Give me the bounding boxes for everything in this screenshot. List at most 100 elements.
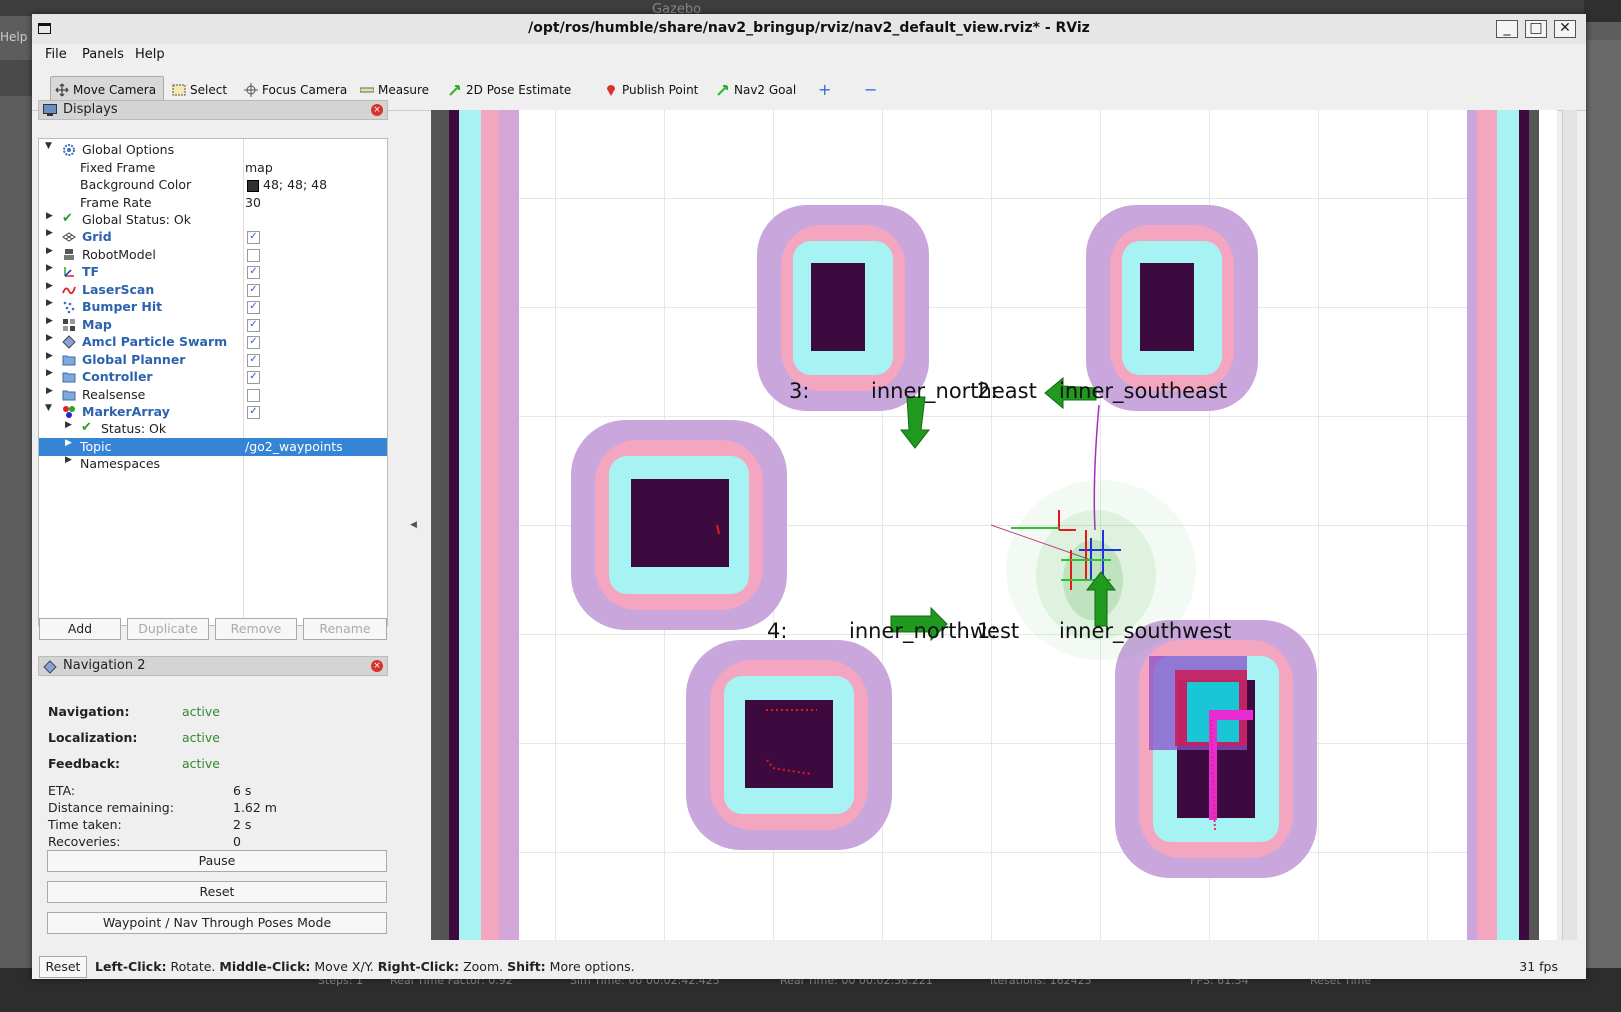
marker-id-2: 2: <box>977 379 998 403</box>
tree-item-global-planner[interactable]: ▶ Global Planner ✓ <box>39 351 387 369</box>
menu-help[interactable]: Help <box>135 47 165 62</box>
expand-arrow-icon[interactable]: ▶ <box>65 420 72 430</box>
bumper-hit-checkbox[interactable]: ✓ <box>247 301 260 314</box>
markerarray-checkbox[interactable]: ✓ <box>247 406 260 419</box>
displays-close-icon[interactable]: × <box>371 104 383 116</box>
map-checkbox[interactable]: ✓ <box>247 319 260 332</box>
tree-item-bumper-hit[interactable]: ▶ Bumper Hit ✓ <box>39 298 387 316</box>
remove-tool-button[interactable]: − <box>864 76 877 104</box>
tree-global-status[interactable]: ▶ ✔ Global Status: Ok <box>39 211 387 229</box>
fps-readout: 31 fps <box>1519 959 1558 974</box>
expand-arrow-icon[interactable]: ▶ <box>46 333 53 343</box>
gazebo-help-menu[interactable]: Help <box>0 30 27 44</box>
expand-arrow-icon[interactable]: ▶ <box>46 211 53 221</box>
tree-item-map[interactable]: ▶ Map ✓ <box>39 316 387 334</box>
goal-arrow-icon <box>717 85 728 96</box>
tree-background-color[interactable]: Background Color 48; 48; 48 <box>39 176 387 194</box>
remove-display-button[interactable]: Remove <box>215 618 297 640</box>
collapse-left-arrow-icon[interactable]: ◀ <box>410 520 417 530</box>
global-planner-checkbox[interactable]: ✓ <box>247 354 260 367</box>
menu-panels[interactable]: Panels <box>82 47 124 62</box>
tree-item-controller[interactable]: ▶ Controller ✓ <box>39 368 387 386</box>
realsense-checkbox[interactable] <box>247 389 260 402</box>
tree-item-robotmodel[interactable]: ▶ RobotModel <box>39 246 387 264</box>
tree-marker-status[interactable]: ▶ ✔ Status: Ok <box>39 420 387 438</box>
tree-item-amcl[interactable]: ▶ Amcl Particle Swarm ✓ <box>39 333 387 351</box>
focus-icon <box>244 83 258 97</box>
robotmodel-checkbox[interactable] <box>247 249 260 262</box>
add-tool-button[interactable]: + <box>818 76 831 104</box>
tree-item-markerarray[interactable]: ▼ MarkerArray ✓ <box>39 403 387 421</box>
nav-reset-button[interactable]: Reset <box>47 881 387 903</box>
waypoint-mode-button[interactable]: Waypoint / Nav Through Poses Mode <box>47 912 387 934</box>
close-button[interactable]: ✕ <box>1554 20 1576 38</box>
expand-arrow-icon[interactable]: ▶ <box>65 455 72 465</box>
tree-fixed-frame[interactable]: Fixed Frame map <box>39 159 387 177</box>
navigation-panel-header[interactable]: Navigation 2 × <box>38 656 388 676</box>
tree-item-realsense[interactable]: ▶ Realsense <box>39 386 387 404</box>
expand-arrow-icon[interactable]: ▶ <box>46 316 53 326</box>
tree-global-options[interactable]: ▼ Global Options <box>39 141 387 159</box>
amcl-checkbox[interactable]: ✓ <box>247 336 260 349</box>
expand-arrow-icon[interactable]: ▶ <box>46 246 53 256</box>
expand-arrow-icon[interactable]: ▶ <box>46 386 53 396</box>
amcl-label: Amcl Particle Swarm <box>82 334 228 349</box>
color-swatch[interactable] <box>247 180 259 192</box>
pose-estimate-tool[interactable]: 2D Pose Estimate <box>448 76 571 104</box>
maximize-button[interactable]: □ <box>1525 20 1547 38</box>
namespaces-label: Namespaces <box>80 456 161 471</box>
laserscan-checkbox[interactable]: ✓ <box>247 284 260 297</box>
title-bar[interactable]: /opt/ros/humble/share/nav2_bringup/rviz/… <box>32 14 1586 44</box>
pause-button[interactable]: Pause <box>47 850 387 872</box>
expand-arrow-icon[interactable]: ▶ <box>46 368 53 378</box>
tree-frame-rate[interactable]: Frame Rate 30 <box>39 194 387 212</box>
nav2-goal-label: Nav2 Goal <box>734 83 797 97</box>
topic-value[interactable]: /go2_waypoints <box>245 439 343 454</box>
expand-arrow-icon[interactable]: ▶ <box>65 438 72 448</box>
expand-arrow-icon[interactable]: ▶ <box>46 298 53 308</box>
select-box-icon <box>172 84 186 96</box>
folder-icon <box>62 372 76 383</box>
expand-arrow-icon[interactable]: ▶ <box>46 228 53 238</box>
frame-rate-value[interactable]: 30 <box>245 195 261 210</box>
displays-panel-header[interactable]: Displays × <box>38 100 388 120</box>
controller-checkbox[interactable]: ✓ <box>247 371 260 384</box>
tree-item-tf[interactable]: ▶ TF ✓ <box>39 263 387 281</box>
tree-item-laserscan[interactable]: ▶ LaserScan ✓ <box>39 281 387 299</box>
render-viewport[interactable]: 3: inner_northeast 2: inner_southeast 4:… <box>431 110 1557 940</box>
markers-icon <box>63 406 75 418</box>
tree-item-grid[interactable]: ▶ Grid ✓ <box>39 228 387 246</box>
diamond-icon <box>62 335 76 349</box>
localization-state-value: active <box>182 730 220 745</box>
displays-tree: ▼ Global Options Fixed Frame map Backgro… <box>38 138 388 626</box>
topic-label: Topic <box>80 439 112 454</box>
marker-name-inner-northeast: inner_northeast <box>871 379 1037 403</box>
collapse-arrow-icon[interactable]: ▼ <box>45 403 52 413</box>
nav2-goal-tool[interactable]: Nav2 Goal <box>716 76 796 104</box>
minimize-button[interactable]: _ <box>1496 20 1518 38</box>
hint-middle-key: Middle-Click: <box>219 959 311 974</box>
status-reset-button[interactable]: Reset <box>39 956 87 978</box>
viewport-scrollbar[interactable] <box>1562 110 1577 940</box>
tf-checkbox[interactable]: ✓ <box>247 266 260 279</box>
add-display-button[interactable]: Add <box>39 618 121 640</box>
gear-icon <box>63 144 75 156</box>
tree-topic[interactable]: ▶ Topic /go2_waypoints <box>39 438 387 456</box>
expand-arrow-icon[interactable]: ▶ <box>46 281 53 291</box>
navigation-close-icon[interactable]: × <box>371 660 383 672</box>
duplicate-display-button[interactable]: Duplicate <box>127 618 209 640</box>
publish-point-tool[interactable]: Publish Point <box>604 76 698 104</box>
background-color-value[interactable]: 48; 48; 48 <box>263 177 327 192</box>
menu-file[interactable]: File <box>45 47 67 62</box>
distance-value: 1.62 m <box>233 800 277 815</box>
feedback-state-value: active <box>182 756 220 771</box>
rename-display-button[interactable]: Rename <box>303 618 387 640</box>
grid-checkbox[interactable]: ✓ <box>247 231 260 244</box>
grid-icon <box>62 232 76 242</box>
tree-namespaces[interactable]: ▶ Namespaces <box>39 455 387 473</box>
collapse-arrow-icon[interactable]: ▼ <box>45 141 52 151</box>
expand-arrow-icon[interactable]: ▶ <box>46 263 53 273</box>
expand-arrow-icon[interactable]: ▶ <box>46 351 53 361</box>
publish-point-label: Publish Point <box>622 83 699 97</box>
fixed-frame-value[interactable]: map <box>245 160 273 175</box>
